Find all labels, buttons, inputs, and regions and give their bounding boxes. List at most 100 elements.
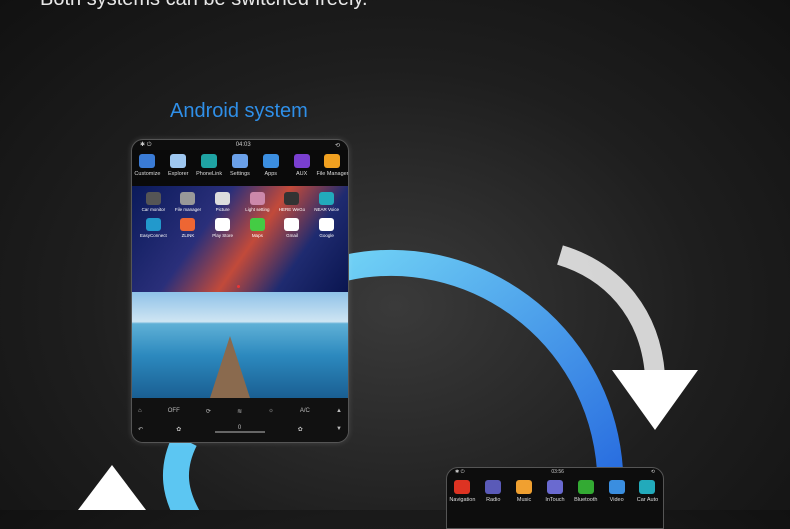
app-label: PhoneLink xyxy=(196,171,223,177)
back-icon[interactable]: ⟲ xyxy=(335,142,340,149)
gmail-icon xyxy=(284,218,300,231)
here-wego-icon xyxy=(284,192,300,205)
settings-icon xyxy=(231,154,248,168)
android-tablet-screen: ✱ ⏻ 04:03 ⟲ Customize Explorer PhoneLink Se… xyxy=(131,139,349,443)
app-settings[interactable]: Settings xyxy=(225,154,255,177)
home-icon[interactable]: ⌂ xyxy=(138,408,142,414)
app-label: Customize xyxy=(134,171,161,177)
app-label: Radio xyxy=(486,497,501,503)
play-store-icon xyxy=(215,218,231,231)
fan-high-icon[interactable]: ✿ xyxy=(298,426,303,433)
app-radio[interactable]: Radio xyxy=(479,480,507,503)
car-auto-icon xyxy=(639,480,656,494)
app-label: AUX xyxy=(295,171,308,177)
app-car-auto[interactable]: Car Auto xyxy=(633,480,661,503)
app-label: Bluetooth xyxy=(574,497,598,503)
google-icon xyxy=(319,218,335,231)
apps-icon xyxy=(262,154,279,168)
car-system-tablet-screen: ✱ ⏻ 03:56 ⟲ Navigation Radio Music InTouch B… xyxy=(446,467,664,529)
app-label: Navigation xyxy=(449,497,476,503)
white-arrow-head xyxy=(612,370,698,430)
app-label: InTouch xyxy=(545,497,565,503)
file-manager-icon xyxy=(324,154,341,168)
back-arrow-icon[interactable]: ↶ xyxy=(138,426,143,433)
switch-arrows-graphic xyxy=(78,245,698,510)
app-video[interactable]: Video xyxy=(603,480,631,503)
status-time: 04:03 xyxy=(235,142,251,148)
app-aux[interactable]: AUX xyxy=(287,154,317,177)
app-label: EasyConnect xyxy=(139,233,167,238)
ac-button[interactable]: A/C xyxy=(300,408,310,414)
fan-slider[interactable] xyxy=(214,431,265,433)
wallpaper-pier-photo xyxy=(132,292,348,398)
bluetooth-icon xyxy=(577,480,594,494)
desktop-area: Car monitor File manager Picture Light sett… xyxy=(132,186,348,292)
app-label: Car monitor xyxy=(141,207,166,212)
app-label: Video xyxy=(609,497,624,503)
fan-low-icon[interactable]: ✿ xyxy=(176,426,181,433)
light-setting-icon xyxy=(249,192,265,205)
explorer-icon xyxy=(170,154,187,168)
app-music[interactable]: Music xyxy=(510,480,538,503)
file-manager-icon xyxy=(180,192,196,205)
app-near-voice[interactable]: NEAR Voice xyxy=(309,192,344,212)
app-phonelink[interactable]: PhoneLink xyxy=(194,154,224,177)
app-label: File manager xyxy=(174,207,202,212)
app-zlink[interactable]: ZLINK xyxy=(171,218,206,238)
app-maps[interactable]: Maps xyxy=(240,218,275,238)
page-indicator xyxy=(237,285,240,288)
phonelink-icon xyxy=(201,154,218,168)
near-voice-icon xyxy=(319,192,335,205)
app-label: Car Auto xyxy=(636,497,659,503)
maps-icon xyxy=(249,218,265,231)
defrost-icon[interactable]: ☼ xyxy=(268,408,274,414)
car-app-bar: Navigation Radio Music InTouch Bluetooth Vide… xyxy=(447,476,663,503)
aux-icon xyxy=(293,154,310,168)
app-label: Apps xyxy=(264,171,278,177)
blue-arc-lower xyxy=(162,434,200,510)
app-label: File Manager xyxy=(316,171,349,177)
app-label: HERE WeGo xyxy=(278,207,306,212)
app-file-manager[interactable]: File Manager xyxy=(316,154,349,177)
app-label: Gmail xyxy=(286,233,298,238)
app-intouch[interactable]: InTouch xyxy=(541,480,569,503)
status-time-2: 03:56 xyxy=(551,469,564,475)
app-here-wego[interactable]: HERE WeGo xyxy=(275,192,310,212)
app-apps[interactable]: Apps xyxy=(256,154,286,177)
app-explorer[interactable]: Explorer xyxy=(163,154,193,177)
status-icons: ✱ ⏻ xyxy=(140,142,152,148)
pier-shape xyxy=(210,336,250,398)
app-navigation[interactable]: Navigation xyxy=(448,480,476,503)
app-google[interactable]: Google xyxy=(309,218,344,238)
app-label: Maps xyxy=(251,233,263,238)
navigation-icon xyxy=(454,480,471,494)
back-icon-2[interactable]: ⟲ xyxy=(651,469,655,475)
blue-arc xyxy=(342,250,623,472)
app-label: Picture xyxy=(215,207,230,212)
video-icon xyxy=(608,480,625,494)
easyconnect-icon xyxy=(145,218,161,231)
app-light-setting[interactable]: Light setting xyxy=(240,192,275,212)
status-icons-2: ✱ ⏻ xyxy=(455,469,465,475)
app-picture[interactable]: Picture xyxy=(205,192,240,212)
app-bluetooth[interactable]: Bluetooth xyxy=(572,480,600,503)
top-app-bar: Customize Explorer PhoneLink Settings Apps AU… xyxy=(132,150,348,186)
airflow-icon[interactable]: ≋ xyxy=(237,408,242,415)
up-arrow-icon[interactable]: ▲ xyxy=(336,408,342,414)
down-arrow-icon[interactable]: ▼ xyxy=(336,426,342,432)
intouch-icon xyxy=(546,480,563,494)
recirculate-icon[interactable]: ⟳ xyxy=(206,408,211,415)
app-play-store[interactable]: Play Store xyxy=(205,218,240,238)
app-grid: Car monitor File manager Picture Light sett… xyxy=(132,186,348,238)
app-file-manager[interactable]: File manager xyxy=(171,192,206,212)
app-label: Explorer xyxy=(168,171,189,177)
app-label: Settings xyxy=(230,171,250,177)
app-customize[interactable]: Customize xyxy=(132,154,162,177)
app-easyconnect[interactable]: EasyConnect xyxy=(136,218,171,238)
status-bar: ✱ ⏻ 04:03 ⟲ xyxy=(132,140,348,150)
app-gmail[interactable]: Gmail xyxy=(275,218,310,238)
app-car-monitor[interactable]: Car monitor xyxy=(136,192,171,212)
app-label: Music xyxy=(516,497,532,503)
app-label: ZLINK xyxy=(181,233,195,238)
ac-off-button[interactable]: OFF xyxy=(168,408,180,414)
